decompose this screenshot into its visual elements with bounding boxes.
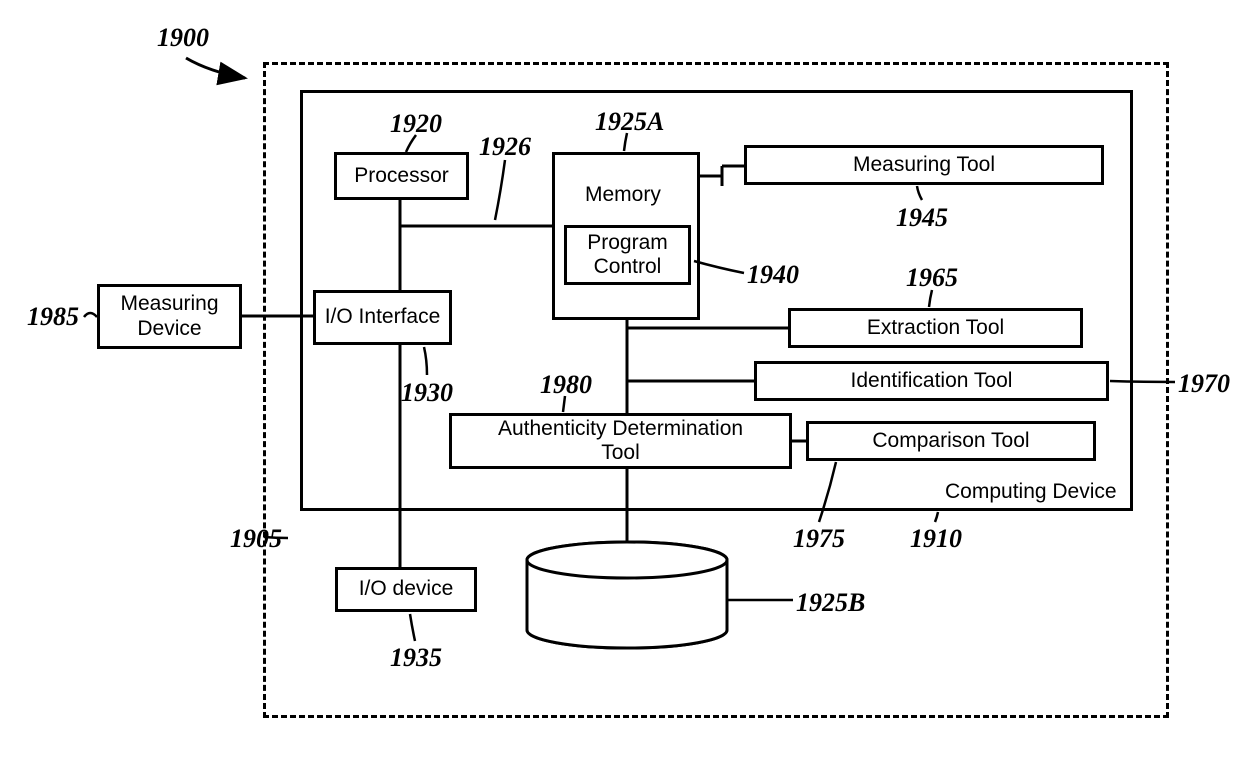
ref-1970: 1970 [1178, 369, 1230, 399]
ref-1935: 1935 [390, 643, 442, 673]
ref-1985: 1985 [27, 302, 79, 332]
ref-1925A: 1925A [595, 107, 664, 137]
ref-1965: 1965 [906, 263, 958, 293]
io-device-box: I/O device [335, 567, 477, 612]
ref-1926: 1926 [479, 132, 531, 162]
ref-1930: 1930 [401, 378, 453, 408]
ref-1920: 1920 [390, 109, 442, 139]
comparison-tool-box: Comparison Tool [806, 421, 1096, 461]
measuring-tool-box: Measuring Tool [744, 145, 1104, 185]
processor-box: Processor [334, 152, 469, 200]
ref-1975: 1975 [793, 524, 845, 554]
computing-device-label: Computing Device [945, 480, 1117, 504]
ref-1910: 1910 [910, 524, 962, 554]
ref-1945: 1945 [896, 203, 948, 233]
ref-1900: 1900 [157, 23, 209, 53]
diagram-root: Computing Device Measuring Device I/O In… [0, 0, 1240, 757]
storage-system-label: Storage System [570, 588, 719, 612]
ref-1905: 1905 [230, 524, 282, 554]
identification-tool-box: Identification Tool [754, 361, 1109, 401]
authenticity-tool-box: Authenticity Determination Tool [449, 413, 792, 469]
ref-1980: 1980 [540, 370, 592, 400]
program-control-box: Program Control [564, 225, 691, 285]
memory-label: Memory [585, 183, 661, 207]
ref-1940: 1940 [747, 260, 799, 290]
io-interface-box: I/O Interface [313, 290, 452, 345]
ref-1925B: 1925B [796, 588, 865, 618]
extraction-tool-box: Extraction Tool [788, 308, 1083, 348]
measuring-device-box: Measuring Device [97, 284, 242, 349]
